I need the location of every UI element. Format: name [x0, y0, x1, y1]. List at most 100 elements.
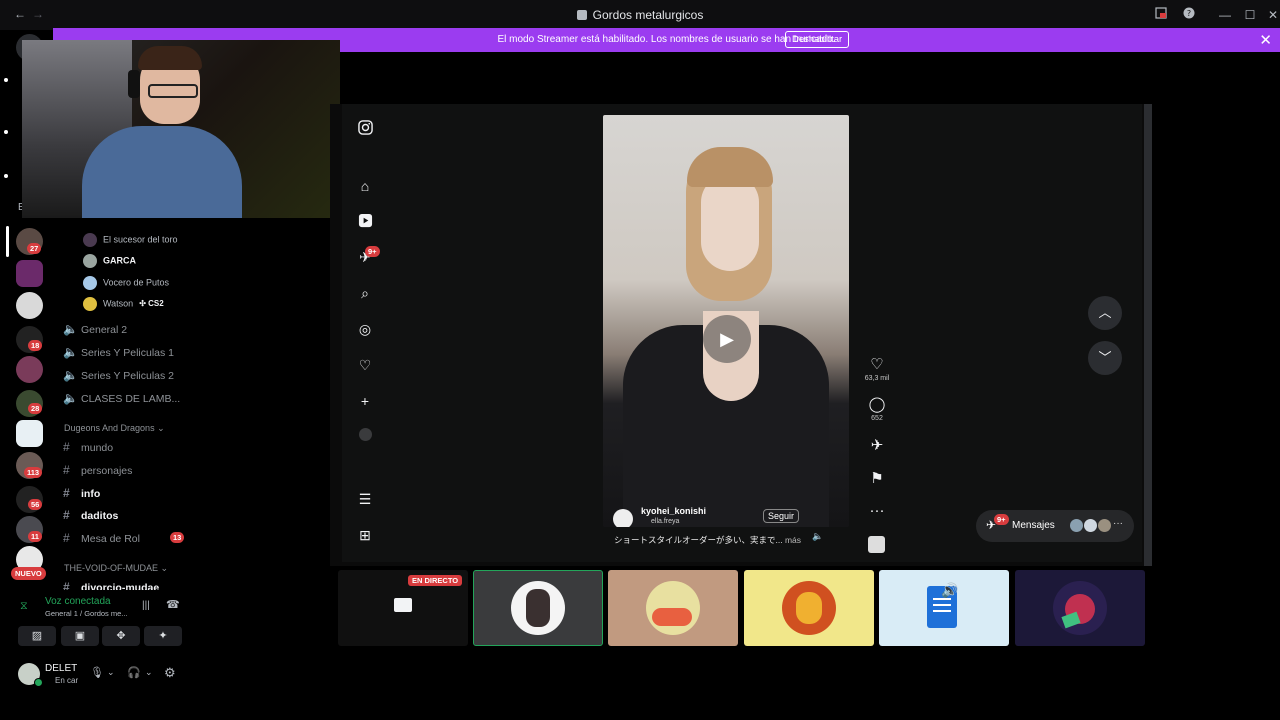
comment-action[interactable]: ◯ 652	[862, 395, 892, 422]
next-reel-button[interactable]: ﹀	[1088, 341, 1122, 375]
speaker-icon: 🔈	[63, 391, 78, 405]
server-icon[interactable]	[16, 420, 43, 447]
selected-server-indicator	[6, 226, 9, 257]
hash-icon: #	[63, 440, 70, 454]
face	[701, 175, 759, 271]
title-bar: ← → Gordos metalurgicos ? — ☐ ✕	[0, 0, 1280, 30]
text-channel[interactable]: # mundo	[63, 440, 113, 454]
comment-count: 652	[871, 415, 883, 422]
participant-tile[interactable]	[608, 570, 738, 646]
webcam-overlay	[22, 40, 340, 218]
category-header[interactable]: THE-VOID-OF-MUDAE ⌄	[64, 563, 168, 574]
play-icon[interactable]: ▶	[703, 315, 751, 363]
server-icon[interactable]	[16, 292, 43, 319]
voice-user[interactable]: Watson ✣ CS2	[83, 297, 164, 311]
voice-user-name: GARCA	[103, 255, 136, 266]
voice-channel[interactable]: 🔈 Series Y Peliculas 2	[63, 368, 174, 382]
voice-user[interactable]: GARCA	[83, 254, 136, 268]
inbox-icon[interactable]	[1152, 6, 1170, 24]
chevron-down-icon[interactable]: ⌄	[107, 667, 115, 678]
disable-streamer-button[interactable]: Deshabilitar	[785, 31, 850, 48]
text-channel[interactable]: # daditos	[63, 508, 118, 522]
messages-pill-badge: 9+	[994, 514, 1009, 525]
disconnect-icon[interactable]: ☎	[166, 598, 180, 611]
chevron-down-icon[interactable]: ⌄	[145, 667, 153, 678]
settings-gear-icon[interactable]: ⚙	[164, 665, 176, 681]
profile-icon[interactable]	[356, 427, 374, 445]
participant-tile-stream[interactable]: EN DIRECTO	[338, 570, 468, 646]
reel-video[interactable]: ▶ kyohei_konishi ella.freya Seguir	[603, 115, 849, 527]
voice-user-name: El sucesor del toro	[103, 234, 178, 245]
scrollbar[interactable]	[1144, 104, 1152, 566]
instagram-logo-icon[interactable]	[356, 120, 374, 138]
comment-icon: ◯	[868, 396, 886, 413]
headphones	[128, 70, 140, 98]
collaborator-name[interactable]: ella.freya	[651, 518, 679, 525]
text-channel[interactable]: # divorcio-mudae	[63, 580, 159, 590]
voice-channel[interactable]: 🔈 CLASES DE LAMB...	[63, 391, 180, 405]
heart-icon[interactable]: ♡	[356, 356, 374, 374]
participant-tile[interactable]: 🔊	[879, 570, 1009, 646]
participant-tile[interactable]	[744, 570, 874, 646]
camera-off-button[interactable]: ▨	[18, 626, 56, 646]
text-channel[interactable]: # info	[63, 486, 100, 500]
minimize-icon[interactable]: —	[1216, 6, 1234, 24]
threads-icon[interactable]: ⊞	[356, 526, 374, 544]
explore-icon[interactable]: ◎	[356, 320, 374, 338]
share-icon[interactable]: ✈	[862, 436, 892, 454]
menu-icon[interactable]: ☰	[356, 490, 374, 508]
category-header[interactable]: Dugeons And Dragons ⌄	[64, 423, 165, 434]
hash-icon: #	[63, 486, 70, 500]
screen-share-button[interactable]: ▣	[61, 626, 99, 646]
channel-name: mundo	[81, 442, 114, 454]
close-banner-icon[interactable]: ✕	[1259, 31, 1272, 49]
follow-button[interactable]: Seguir	[763, 509, 800, 523]
doc-line	[933, 604, 951, 606]
text-channel[interactable]: # Mesa de Rol	[63, 531, 140, 545]
hash-icon: #	[63, 508, 70, 522]
speaker-icon: 🔈	[63, 322, 78, 336]
avatar	[83, 297, 97, 311]
like-action[interactable]: ♡ 63,3 mil	[862, 355, 892, 382]
unread-pill	[4, 78, 8, 82]
screen-share-icon	[394, 598, 412, 612]
noise-suppression-icon[interactable]: |||	[142, 600, 150, 611]
avatar-figure	[526, 589, 550, 627]
save-bookmark-icon[interactable]: ⚑	[862, 469, 892, 487]
more-options-icon[interactable]: ···	[862, 502, 892, 519]
text-channel[interactable]: # personajes	[63, 463, 132, 477]
microphone-icon[interactable]: 🎙	[90, 666, 104, 679]
audio-thumbnail[interactable]	[868, 536, 885, 553]
voice-channel[interactable]: 🔈 Series Y Peliculas 1	[63, 345, 174, 359]
headphones-icon[interactable]: 🎧	[127, 666, 141, 679]
server-icon[interactable]	[16, 356, 43, 383]
home-icon[interactable]: ⌂	[356, 177, 374, 195]
voice-user[interactable]: Vocero de Putos	[83, 276, 169, 290]
create-plus-icon[interactable]: +	[356, 392, 374, 410]
soundboard-button[interactable]: ✦	[144, 626, 182, 646]
speaker-icon: 🔈	[63, 345, 78, 359]
participant-tile[interactable]	[473, 570, 603, 646]
voice-status-title: Voz conectada	[45, 596, 111, 607]
server-badge: 27	[27, 243, 42, 254]
activities-button[interactable]: ✥	[102, 626, 140, 646]
search-icon[interactable]: ⌕	[356, 284, 374, 302]
voice-channel[interactable]: 🔈 General 2	[63, 322, 127, 336]
close-window-icon[interactable]: ✕	[1264, 6, 1280, 24]
help-icon[interactable]: ?	[1180, 6, 1198, 24]
streamer-shirt	[82, 126, 242, 218]
author-username[interactable]: kyohei_konishi	[641, 506, 706, 516]
volume-icon[interactable]: 🔈	[812, 531, 823, 542]
messages-pill[interactable]: ✈ 9+ Mensajes ···	[976, 510, 1134, 542]
voice-user[interactable]: El sucesor del toro	[83, 233, 178, 247]
maximize-icon[interactable]: ☐	[1241, 6, 1259, 24]
previous-reel-button[interactable]: ︿	[1088, 296, 1122, 330]
author-avatar[interactable]	[613, 509, 633, 527]
server-icon[interactable]	[16, 260, 43, 287]
reels-icon[interactable]	[356, 213, 374, 231]
like-count: 63,3 mil	[864, 375, 890, 382]
more-link[interactable]: más	[785, 535, 801, 545]
avatar	[1070, 519, 1083, 532]
participant-tile[interactable]	[1015, 570, 1145, 646]
voice-status-subtitle[interactable]: General 1 / Gordos me...	[45, 609, 128, 618]
